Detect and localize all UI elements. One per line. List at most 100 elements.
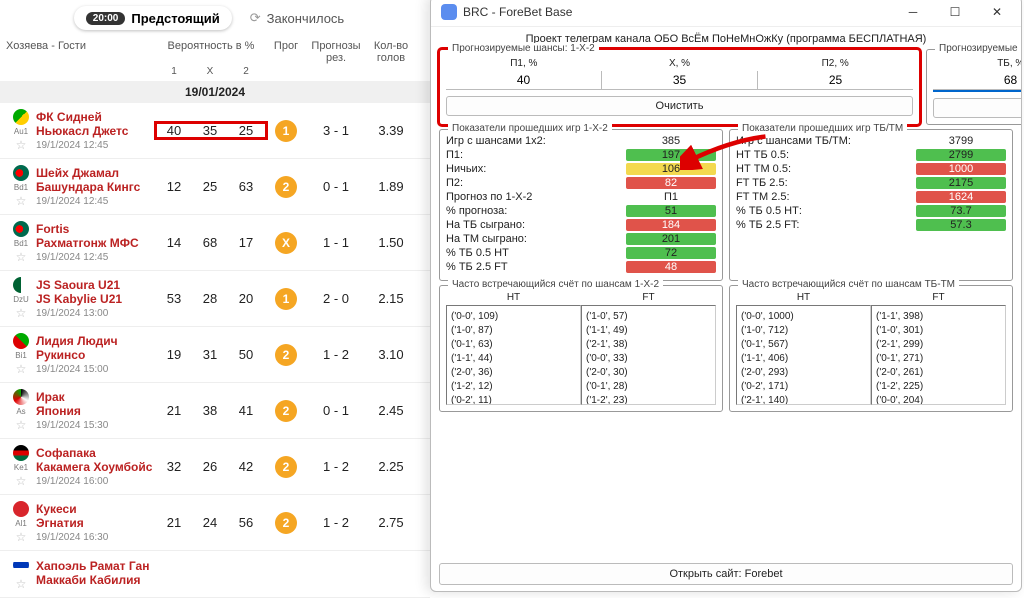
panel-pred-ou: Прогнозируемые шансы: Больше | Меньше ТБ… — [926, 49, 1021, 125]
close-button[interactable]: ✕ — [977, 0, 1017, 24]
star-icon[interactable]: ☆ — [16, 138, 27, 152]
star-icon[interactable]: ☆ — [16, 418, 27, 432]
match-row[interactable]: DzU☆JS Saoura U21JS Kabylie U2119/1/2024… — [0, 271, 430, 327]
match-flag: DzU☆ — [6, 277, 36, 320]
match-row[interactable]: Bd1☆FortisРахматгонж МФС19/1/2024 12:451… — [0, 215, 430, 271]
sh-ft: FT — [581, 292, 716, 303]
star-icon[interactable]: ☆ — [16, 474, 27, 488]
star-icon[interactable]: ☆ — [16, 250, 27, 264]
window-title: BRC - ForeBet Base — [463, 5, 893, 19]
titlebar: BRC - ForeBet Base ─ ☐ ✕ — [431, 0, 1021, 27]
maximize-button[interactable]: ☐ — [935, 0, 975, 24]
match-prog: 2 — [266, 344, 306, 366]
match-probs: 213841 — [156, 403, 266, 418]
match-row[interactable]: Ke1☆СофапакаКакамега Хоумбойс19/1/2024 1… — [0, 439, 430, 495]
panel-scores-1x2: Часто встречающийся счёт по шансам 1-X-2… — [439, 285, 723, 412]
star-icon[interactable]: ☆ — [16, 577, 27, 591]
match-flag: Bd1☆ — [6, 221, 36, 264]
stat-row: На ТМ сыграно:201 — [446, 232, 716, 246]
input-x[interactable] — [601, 71, 757, 90]
minimize-button[interactable]: ─ — [893, 0, 933, 24]
match-flag: Bi1☆ — [6, 333, 36, 376]
match-flag: ☆ — [6, 557, 36, 591]
star-icon[interactable]: ☆ — [16, 194, 27, 208]
match-row[interactable]: Au1☆ФК СиднейНьюкасл Джетс19/1/2024 12:4… — [0, 103, 430, 159]
h-tb: ТБ, % — [933, 58, 1021, 69]
tab-finished-label: Закончилось — [267, 11, 345, 26]
match-prog: X — [266, 232, 306, 254]
table-header: Хозяева - Гости Вероятность в % Прог Про… — [0, 34, 430, 66]
match-row[interactable]: ☆ Хапоэль Рамат ГанМаккаби Кабилия — [0, 551, 430, 598]
input-tb[interactable] — [933, 71, 1021, 90]
legend-pred-1x2: Прогнозируемые шансы: 1-X-2 — [448, 43, 599, 54]
date-group: 19/01/2024 — [0, 81, 430, 103]
star-icon[interactable]: ☆ — [16, 362, 27, 376]
match-probs: 532820 — [156, 291, 266, 306]
panel-pred-1x2: Прогнозируемые шансы: 1-X-2 П1, % X, % П… — [439, 49, 920, 125]
match-row[interactable]: As☆ИракЯпония19/1/2024 15:3021384120 - 1… — [0, 383, 430, 439]
match-goals: 2.25 — [366, 459, 416, 474]
so-ht: HT — [736, 292, 871, 303]
scores-ou-ht[interactable]: ('0-0', 1000)('1-0', 712)('0-1', 567)('1… — [736, 305, 871, 405]
match-prog: 2 — [266, 176, 306, 198]
stat-row: FT ТМ 2.5:1624 — [736, 190, 1006, 204]
match-probs: 146817 — [156, 235, 266, 250]
tab-upcoming[interactable]: 20:00 Предстоящий — [74, 6, 232, 30]
match-teams: ИракЯпония19/1/2024 15:30 — [36, 390, 156, 431]
clear-1x2-button[interactable]: Очистить — [446, 96, 913, 116]
star-icon[interactable]: ☆ — [16, 306, 27, 320]
stat-row: % ТБ 2.5 FT48 — [446, 260, 716, 274]
legend-scores-1x2: Часто встречающийся счёт по шансам 1-X-2 — [448, 279, 663, 290]
scores-1x2-ft[interactable]: ('1-0', 57)('1-1', 49)('2-1', 38)('0-0',… — [581, 305, 716, 405]
h-p2: П2, % — [757, 58, 913, 69]
stat-row: НТ ТБ 0.5:2799 — [736, 148, 1006, 162]
match-row[interactable]: Al1☆КукесиЭгнатия19/1/2024 16:3021245621… — [0, 495, 430, 551]
match-prog: 1 — [266, 120, 306, 142]
scores-1x2-ht[interactable]: ('0-0', 109)('1-0', 87)('0-1', 63)('1-1'… — [446, 305, 581, 405]
stat-row: % ТБ 0.5 НТ72 — [446, 246, 716, 260]
col-p1: 1 — [156, 66, 192, 77]
stat-row: % ТБ 0.5 НТ:73.7 — [736, 204, 1006, 218]
match-teams: КукесиЭгнатия19/1/2024 16:30 — [36, 502, 156, 543]
col-prob: Вероятность в % — [156, 40, 266, 64]
col-goals: Кол-во голов — [366, 40, 416, 64]
match-result: 1 - 2 — [306, 459, 366, 474]
match-goals: 3.39 — [366, 123, 416, 138]
panel-past-ou: Показатели прошедших игр ТБ/ТМ Игр с шан… — [729, 129, 1013, 281]
col-p2: 2 — [228, 66, 264, 77]
match-prog: 2 — [266, 400, 306, 422]
match-probs: 322642 — [156, 459, 266, 474]
sh-ht: HT — [446, 292, 581, 303]
match-row[interactable]: Bd1☆Шейх ДжамалБашундара Кингс19/1/2024 … — [0, 159, 430, 215]
match-row[interactable]: Bi1☆Лидия ЛюдичРукинсо19/1/2024 15:00193… — [0, 327, 430, 383]
clear-ou-button[interactable]: Очистить — [933, 98, 1021, 118]
stat-row: На ТБ сыграно:184 — [446, 218, 716, 232]
match-teams: ФК СиднейНьюкасл Джетс19/1/2024 12:45 — [36, 110, 156, 151]
input-p2[interactable] — [757, 71, 913, 90]
stat-row: НТ ТМ 0.5:1000 — [736, 162, 1006, 176]
match-probs: 122563 — [156, 179, 266, 194]
open-site-button[interactable]: Открыть сайт: Forebet — [439, 563, 1013, 585]
match-result: 1 - 1 — [306, 235, 366, 250]
match-goals: 2.75 — [366, 515, 416, 530]
match-teams: Шейх ДжамалБашундара Кингс19/1/2024 12:4… — [36, 166, 156, 207]
match-flag: Al1☆ — [6, 501, 36, 544]
match-probs: 212456 — [156, 515, 266, 530]
stat-row: Прогноз по 1-X-2П1 — [446, 190, 716, 204]
match-flag: Ke1☆ — [6, 445, 36, 488]
h-x: X, % — [602, 58, 758, 69]
star-icon[interactable]: ☆ — [16, 530, 27, 544]
match-flag: Au1☆ — [6, 109, 36, 152]
match-result: 0 - 1 — [306, 179, 366, 194]
match-goals: 1.89 — [366, 179, 416, 194]
input-p1[interactable] — [446, 71, 601, 90]
match-prog: 2 — [266, 456, 306, 478]
stat-row: П2:82 — [446, 176, 716, 190]
stat-row: % ТБ 2.5 FT:57.3 — [736, 218, 1006, 232]
app-window: BRC - ForeBet Base ─ ☐ ✕ Проект телеграм… — [430, 0, 1022, 592]
match-teams: Хапоэль Рамат ГанМаккаби Кабилия — [36, 559, 156, 589]
tab-finished[interactable]: ⟳ Закончилось — [238, 6, 357, 30]
table-subheader: 1 X 2 — [0, 66, 430, 81]
scores-ou-ft[interactable]: ('1-1', 398)('1-0', 301)('2-1', 299)('0-… — [871, 305, 1006, 405]
match-goals: 3.10 — [366, 347, 416, 362]
